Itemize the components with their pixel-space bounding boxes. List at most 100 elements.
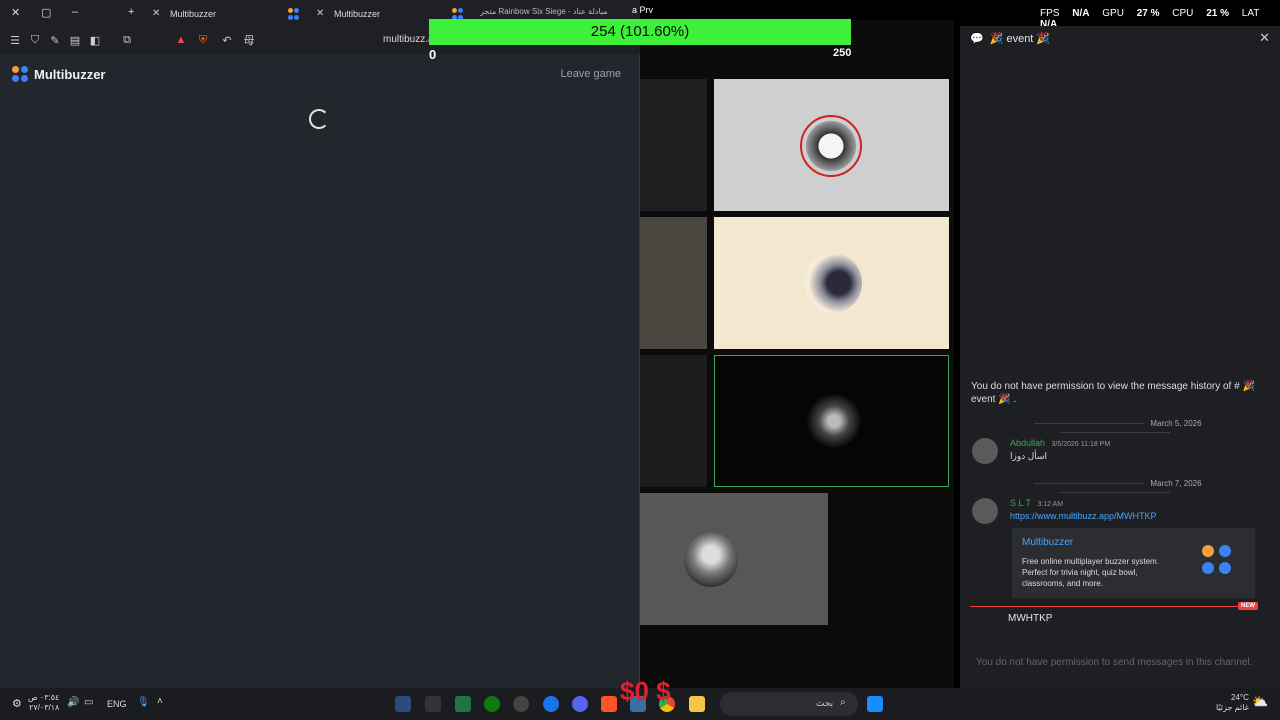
- sidebar-icon[interactable]: ◧: [88, 33, 102, 47]
- taskbar-search[interactable]: بحث ⌕: [720, 692, 858, 716]
- channel-header: 💬 🎉 event 🎉: [970, 32, 1050, 45]
- date-divider: March 7, 2026: [970, 479, 1260, 497]
- app-icon[interactable]: [543, 696, 559, 712]
- user-avatar[interactable]: [972, 498, 998, 524]
- cpu-label: CPU: [1172, 8, 1194, 19]
- app-logo[interactable]: Multibuzzer: [12, 66, 106, 82]
- participant-avatar: [807, 394, 861, 448]
- close-tab-icon[interactable]: ✕: [316, 8, 328, 19]
- fps-label: FPS: [1040, 8, 1060, 19]
- new-messages-divider: [970, 606, 1250, 607]
- multibuzzer-app: Multibuzzer Leave game: [0, 54, 640, 688]
- microphone-icon[interactable]: 🎙: [137, 697, 150, 708]
- stream-tile-speaking: [714, 355, 949, 487]
- app-brand: Multibuzzer: [34, 66, 106, 82]
- message-time: 3/5/2026 11:18 PM: [1051, 441, 1111, 448]
- link-embed-card: Multibuzzer Free online multiplayer buzz…: [1009, 528, 1255, 598]
- brave-icon[interactable]: [601, 696, 617, 712]
- search-icon: ⌕: [840, 697, 846, 708]
- tab-label: Multibuzzer: [334, 8, 381, 19]
- multibuzzer-favicon-icon: [288, 8, 300, 20]
- screenshot-icon[interactable]: ⧉: [120, 33, 134, 47]
- score-min-label: 0: [429, 47, 437, 62]
- channel-name: 🎉 event 🎉: [989, 33, 1051, 45]
- tab-rainbow-six[interactable]: متجر Rainbow Six Siege - مبادلة عتاد: [480, 7, 608, 16]
- settings-icon[interactable]: ⚙: [12, 697, 22, 710]
- network-icon[interactable]: ▭: [84, 697, 93, 708]
- file-explorer-icon[interactable]: [689, 696, 705, 712]
- extension-icon[interactable]: ✎: [48, 33, 62, 47]
- stream-tile: [714, 217, 949, 349]
- username[interactable]: Abdullah: [1010, 438, 1045, 448]
- clock-time: ٠٣:٥٤ ص: [28, 693, 60, 702]
- tab-label: Multibuzzer: [170, 8, 217, 19]
- tab-prv[interactable]: a Prv: [632, 5, 653, 15]
- undo-icon[interactable]: ↶: [220, 33, 234, 47]
- weather-temp: 24°C: [1230, 693, 1249, 702]
- lat-label: LAT: [1241, 8, 1260, 19]
- excel-icon[interactable]: [455, 696, 471, 712]
- menu-icon[interactable]: ☰: [8, 33, 22, 47]
- stream-tile: [640, 493, 828, 625]
- participant-avatar: [684, 533, 738, 587]
- tab-search-icon[interactable]: ▤: [68, 33, 82, 47]
- weather-icon: ⛅: [1252, 694, 1269, 709]
- gpu-label: GPU: [1102, 8, 1124, 19]
- minimize-icon[interactable]: –: [72, 6, 78, 18]
- participant-avatar: [804, 253, 862, 313]
- fps-value: N/A: [1072, 8, 1090, 19]
- username[interactable]: S L T: [1010, 498, 1031, 508]
- multibuzzer-logo-icon: [1202, 545, 1231, 574]
- message-link[interactable]: https://www.multibuzz.app/MWHTKP: [1010, 511, 1157, 521]
- weather-desc: غائم جزئيًا: [1216, 703, 1249, 712]
- brave-shield-icon[interactable]: ⛨: [196, 33, 210, 47]
- close-tab-icon[interactable]: ✕: [152, 8, 164, 19]
- multibuzzer-logo-icon: [12, 66, 28, 82]
- leave-game-button[interactable]: Leave game: [560, 68, 621, 80]
- overlay-dollar-text: $0 $: [620, 676, 671, 706]
- clock[interactable]: ٠٣:٥٤ ص ٢٧/٠٣/١٨: [28, 693, 59, 713]
- language-indicator[interactable]: ENG: [107, 699, 127, 709]
- stream-tile: [714, 79, 949, 211]
- new-tab-button[interactable]: +: [128, 6, 134, 18]
- shield-icon[interactable]: ⛉: [28, 33, 42, 47]
- score-progress-bar: 254 (101.60%): [429, 19, 851, 45]
- chat-message: S L T 3:12 AM https://www.multibuzz.app/…: [972, 498, 1272, 528]
- search-label: بحث: [816, 698, 834, 708]
- embed-title[interactable]: Multibuzzer: [1022, 537, 1073, 548]
- participant-avatar: [800, 115, 862, 177]
- score-max-label: 250: [833, 47, 852, 59]
- app-icon[interactable]: [425, 696, 441, 712]
- steam-icon[interactable]: [395, 696, 411, 712]
- message-text: MWHTKP: [1008, 613, 1053, 624]
- windows-start-icon[interactable]: [867, 696, 883, 712]
- app-icon[interactable]: [513, 696, 529, 712]
- discord-icon[interactable]: [572, 696, 588, 712]
- chat-bubble-icon: 💬: [970, 33, 984, 45]
- user-avatar[interactable]: [972, 438, 998, 464]
- weather-widget[interactable]: 24°C غائم جزئيًا: [1216, 693, 1249, 713]
- performance-overlay: FPS N/A GPU 27 % CPU 21 % LAT N/A: [1040, 8, 1280, 30]
- chevron-up-icon[interactable]: ˄: [157, 696, 163, 707]
- message-input-disabled: You do not have permission to send messa…: [976, 657, 1253, 668]
- xbox-icon[interactable]: [484, 696, 500, 712]
- cpu-value: 21 %: [1206, 8, 1229, 19]
- history-permission-notice: You do not have permission to view the m…: [971, 381, 1255, 405]
- embed-description: Free online multiplayer buzzer system. P…: [1022, 557, 1159, 588]
- address-bar[interactable]: multibuzz.a: [383, 34, 434, 45]
- volume-icon[interactable]: 🔊: [67, 697, 79, 708]
- close-window-icon[interactable]: ✕: [11, 6, 20, 19]
- message-text: اسأل دوزا: [1010, 451, 1048, 461]
- maximize-icon[interactable]: ▢: [41, 6, 51, 19]
- date-divider: March 5, 2026: [970, 419, 1260, 437]
- stream-tile: [640, 355, 707, 487]
- rewards-icon[interactable]: ▲: [174, 33, 188, 47]
- clock-date: ٢٧/٠٣/١٨: [29, 703, 60, 712]
- new-badge: NEW: [1238, 602, 1258, 610]
- loading-spinner-icon: [309, 109, 329, 129]
- message-time: 3:12 AM: [1037, 501, 1064, 508]
- tab-multibuzzer-1[interactable]: ✕ Multibuzzer: [152, 3, 300, 24]
- stream-tile: [640, 217, 707, 349]
- close-chat-icon[interactable]: ✕: [1259, 30, 1270, 46]
- translate-icon[interactable]: ⺟: [242, 33, 256, 47]
